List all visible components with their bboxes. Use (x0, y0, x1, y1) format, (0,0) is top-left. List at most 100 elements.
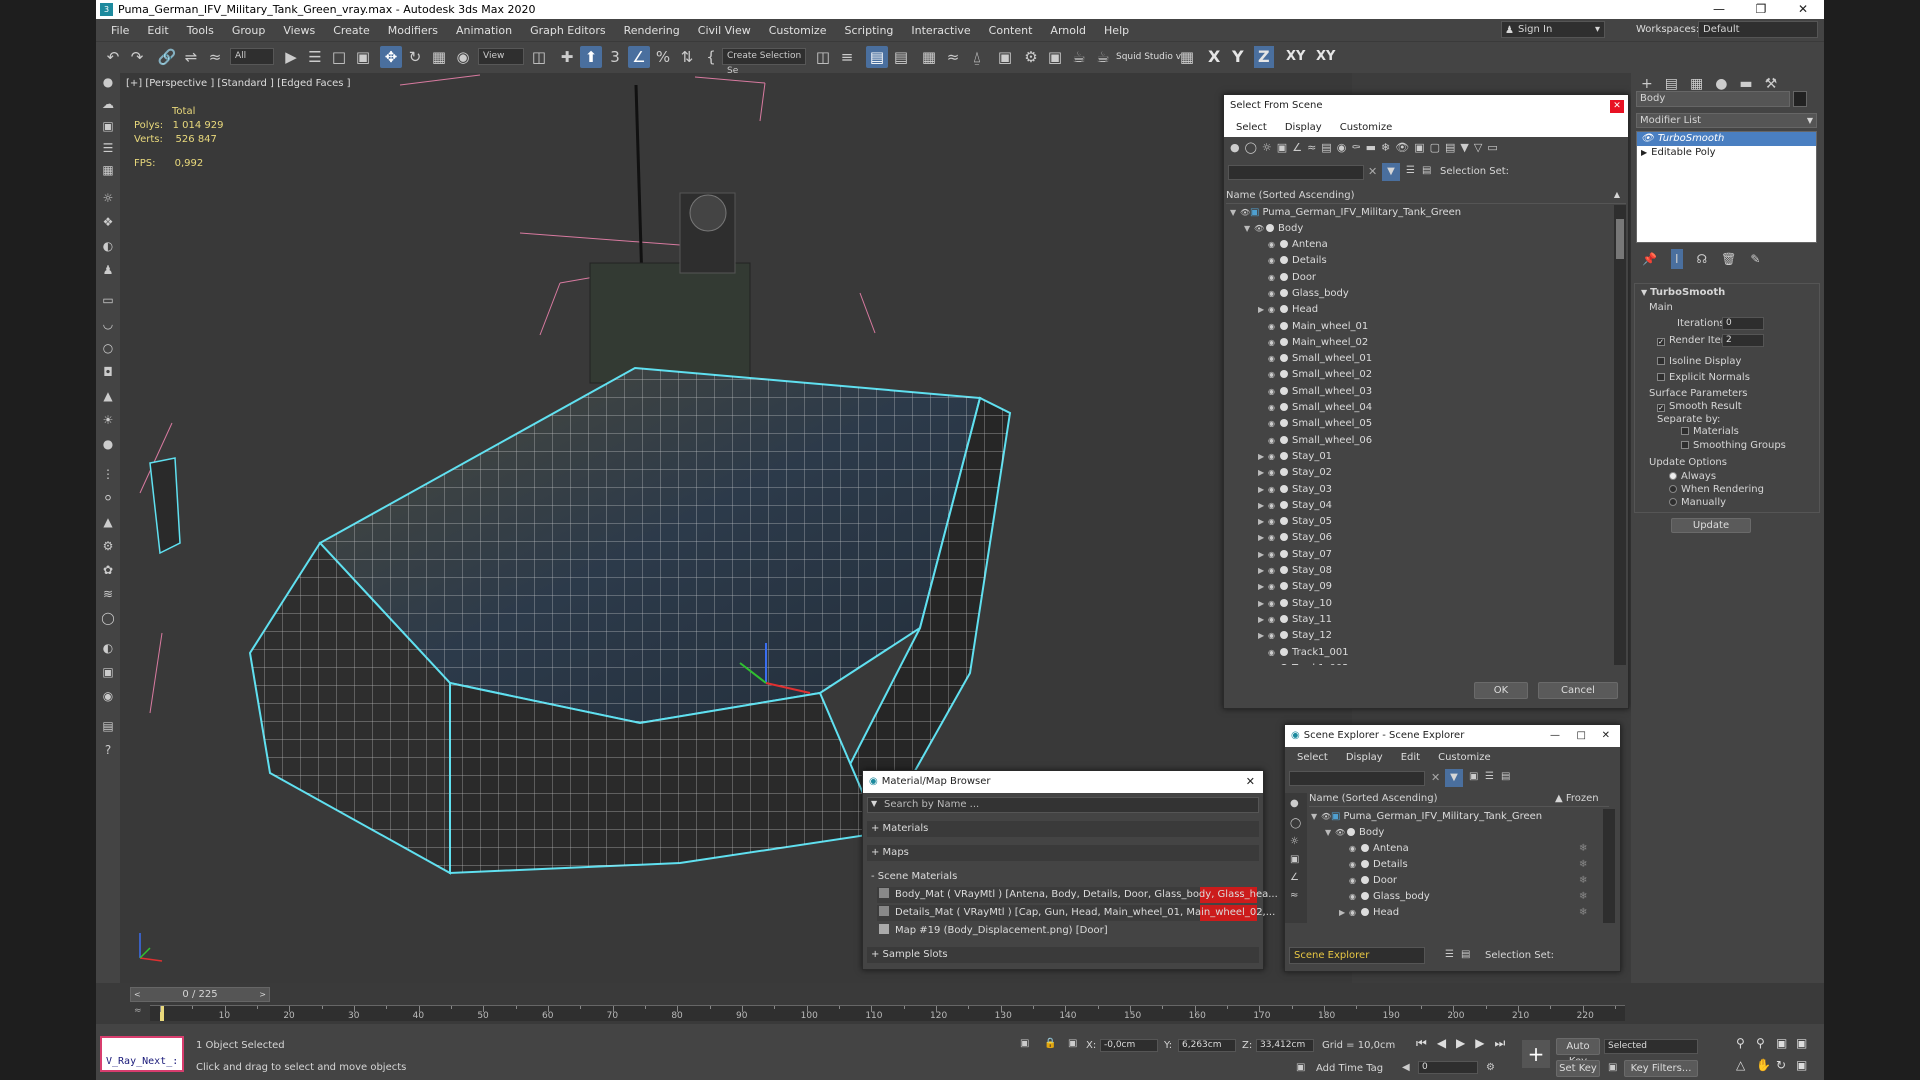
list-item[interactable]: ▶ ◉ Stay_10 (1258, 596, 1332, 612)
stack-item-turbosmooth[interactable]: 👁 TurboSmooth (1637, 132, 1816, 146)
snaps-toggle-icon[interactable]: 3 (604, 46, 626, 68)
manipulate-icon[interactable]: ✚ (556, 46, 578, 68)
column-header[interactable]: Name (Sorted Ascending) ▲ (1226, 190, 1626, 204)
layers-icon[interactable]: ☰ (1445, 949, 1454, 960)
make-unique-icon[interactable]: ☊ (1697, 249, 1708, 269)
menu-animation[interactable]: Animation (447, 24, 521, 37)
expand-arrow-icon[interactable]: ▶ (1258, 498, 1268, 514)
eye-icon[interactable]: 👁 (1641, 133, 1654, 144)
material-item-details[interactable]: Details_Mat ( VRayMtl ) [Cap, Gun, Head,… (877, 905, 1275, 921)
time-config-icon[interactable]: ⚙ (1486, 1062, 1495, 1073)
z-coordinate-field[interactable]: 33,412cm (1256, 1039, 1314, 1052)
globe-icon[interactable]: ◐ (99, 639, 117, 657)
prev-frame-icon[interactable]: < (134, 988, 141, 1001)
rendered-frame-icon[interactable]: ▣ (1044, 46, 1066, 68)
funnel-icon[interactable]: ▼ (1445, 769, 1463, 787)
field-of-view-icon[interactable]: △ (1736, 1058, 1756, 1072)
camera-icon[interactable]: ◐ (99, 237, 117, 255)
eye-icon[interactable]: ◉ (1268, 367, 1278, 383)
expand-arrow-icon[interactable]: ▶ (1258, 563, 1268, 579)
list-item[interactable]: ▶ ◉ Stay_07 (1258, 547, 1332, 563)
search-input[interactable] (1228, 165, 1364, 180)
add-time-tag[interactable]: Add Time Tag (1316, 1063, 1383, 1074)
time-slider[interactable]: < 0 / 225 > (130, 987, 270, 1002)
spinner-snap-icon[interactable]: ⇅ (676, 46, 698, 68)
blue-sphere-icon[interactable]: ◉ (99, 687, 117, 705)
list-item[interactable]: ◉ Small_wheel_04 (1258, 400, 1372, 416)
pin-stack-icon[interactable]: 📌 (1642, 249, 1657, 269)
zoom-extents-all-icon[interactable]: ▣ (1796, 1036, 1816, 1050)
expand-arrow-icon[interactable]: ▶ (1258, 449, 1268, 465)
render-setup-icon[interactable]: ⚙ (1020, 46, 1042, 68)
object-name-field[interactable]: Body (1636, 91, 1790, 107)
maxscript-listener[interactable]: V_Ray_Next_: (100, 1036, 184, 1072)
expand-arrow-icon[interactable]: ▶ (1258, 596, 1268, 612)
smoothing-groups-checkbox[interactable] (1681, 441, 1689, 449)
list-item[interactable]: ◉ Door (1258, 270, 1316, 286)
menu-help[interactable]: Help (1095, 24, 1138, 37)
materials-checkbox[interactable] (1681, 427, 1689, 435)
menu-select[interactable]: Select (1224, 122, 1273, 133)
freeze-icon[interactable]: ❄ (1579, 905, 1587, 921)
eye-icon[interactable]: ◉ (1268, 302, 1278, 318)
list-item[interactable]: ◉ Small_wheel_02 (1258, 367, 1372, 383)
funnel-alt-icon[interactable]: ▽ (1474, 141, 1482, 159)
explorer-menu-select[interactable]: Select (1285, 752, 1334, 763)
explorer-menu-edit[interactable]: Edit (1389, 752, 1426, 763)
plane-icon[interactable]: ▭ (99, 291, 117, 309)
expand-arrow-icon[interactable]: ▶ (1258, 302, 1268, 318)
funnel-icon[interactable]: ▼ (1382, 163, 1400, 181)
scrollbar-thumb[interactable] (1616, 219, 1624, 259)
scale-icon[interactable]: ▦ (428, 46, 450, 68)
list-item[interactable]: ◉ Small_wheel_01 (1258, 351, 1372, 367)
selection-set-icon[interactable]: ▤ (1461, 949, 1470, 960)
when-rendering-radio[interactable] (1669, 485, 1677, 493)
previous-frame-icon[interactable]: ◀ (1437, 1036, 1446, 1051)
eye-icon[interactable]: ◉ (1268, 286, 1278, 302)
menu-civil-view[interactable]: Civil View (689, 24, 760, 37)
select-by-name-icon[interactable]: ☰ (304, 46, 326, 68)
render-production-icon[interactable]: ☕ (1068, 46, 1090, 68)
named-selection-dropdown[interactable]: Create Selection Se (722, 48, 806, 76)
next-frame-icon[interactable]: > (259, 988, 266, 1001)
material-search-input[interactable]: Search by Name ... (867, 797, 1259, 813)
list-item[interactable]: ◉ Main_wheel_02 (1258, 335, 1368, 351)
cancel-button[interactable]: Cancel (1538, 682, 1618, 699)
minimize-button[interactable]: — (1698, 0, 1740, 19)
list-item[interactable]: ▶ ◉ Stay_06 (1258, 530, 1332, 546)
toggle-ribbon-icon[interactable]: ▦ (918, 46, 940, 68)
material-item-map19[interactable]: Map #19 (Body_Displacement.png) [Door] (877, 923, 1257, 939)
plant-icon[interactable]: ✿ (99, 561, 117, 579)
list-item[interactable]: ◉ Small_wheel_06 (1258, 433, 1372, 449)
menu-arnold[interactable]: Arnold (1041, 24, 1095, 37)
axis-xy-button[interactable]: XY (1286, 46, 1305, 68)
expand-arrow-icon[interactable]: ▶ (1339, 905, 1349, 921)
eye-icon[interactable]: ◉ (1268, 661, 1278, 665)
shapes-filter-icon[interactable]: ◯ (1285, 815, 1307, 833)
spacewarps-filter-icon[interactable]: ≈ (1307, 141, 1316, 159)
cameras-filter-icon[interactable]: ▣ (1285, 851, 1307, 869)
list-item[interactable]: ◉ Track1_001 (1258, 645, 1349, 661)
rollout-title[interactable]: ▼ TurboSmooth (1635, 284, 1819, 301)
eye-icon[interactable]: ◉ (1268, 563, 1278, 579)
render-iters-spinner[interactable]: 2 (1722, 334, 1764, 347)
layer-explorer-icon[interactable]: ▤ (890, 46, 912, 68)
menu-interactive[interactable]: Interactive (902, 24, 979, 37)
list-item[interactable]: ◉ Small_wheel_03 (1258, 384, 1372, 400)
explorer-tree-body[interactable]: ▼ 👁 Body (1325, 825, 1384, 841)
lock-selection-icon[interactable]: 🔒 (1044, 1038, 1056, 1049)
absolute-mode-icon[interactable]: ▣ (1068, 1038, 1077, 1049)
angle-snap-icon[interactable]: ∠ (628, 46, 650, 68)
list-item[interactable]: ◉ Details (1258, 253, 1327, 269)
script-icon[interactable]: ▤ (99, 717, 117, 735)
go-to-start-icon[interactable]: ⏮ (1416, 1036, 1427, 1051)
cone-icon[interactable]: ▲ (99, 387, 117, 405)
iterations-spinner[interactable]: 0 (1722, 317, 1764, 330)
clear-search-icon[interactable]: ✕ (1368, 165, 1377, 178)
list-item[interactable]: ▶ ◉ Stay_08 (1258, 563, 1332, 579)
explicit-normals-checkbox[interactable] (1657, 373, 1665, 381)
placement-icon[interactable]: ◉ (452, 46, 474, 68)
object-paint-icon[interactable]: ● (99, 73, 117, 91)
menu-graph-editors[interactable]: Graph Editors (521, 24, 615, 37)
chevron-down-icon[interactable]: ▼ (871, 799, 877, 808)
